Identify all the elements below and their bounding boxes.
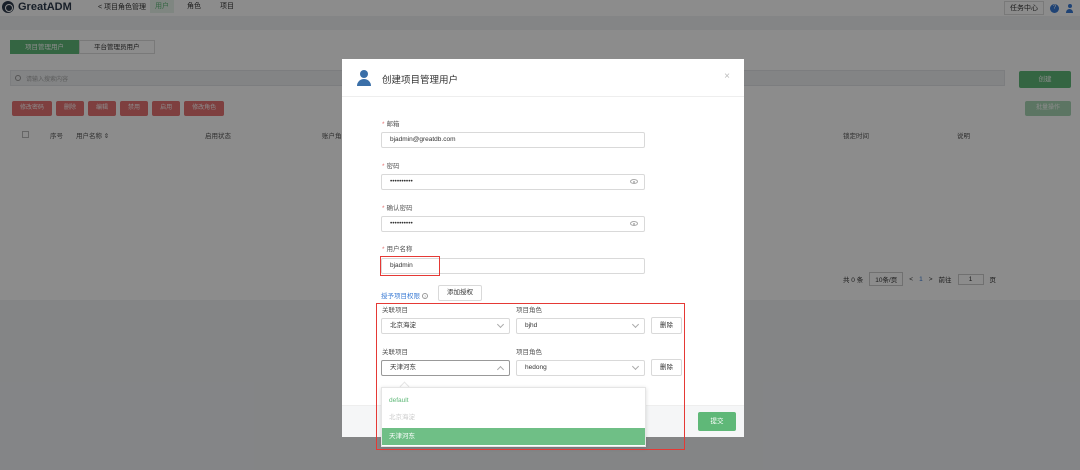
submit-button[interactable]: 提交 [698,412,736,431]
grant-permissions-link[interactable]: 授予项目权限? [381,290,428,300]
password-label: * 密码 [382,163,400,170]
close-icon[interactable]: × [724,71,730,82]
confirm-password-field[interactable]: •••••••••• [381,216,645,232]
eye-icon[interactable] [630,221,638,226]
confirm-password-value: •••••••••• [390,220,413,227]
email-label: * 邮箱 [382,121,400,128]
dialog-title: 创建项目管理用户 [382,75,459,86]
highlight-box [380,256,440,276]
eye-icon[interactable] [630,179,638,184]
user-icon [356,70,372,86]
add-grant-button[interactable]: 添加授权 [438,285,482,301]
highlight-box [376,303,685,450]
username-label: * 用户名称 [382,246,413,253]
email-field[interactable]: bjadmin@greatdb.com [381,132,645,148]
confirm-password-label: * 确认密码 [382,205,413,212]
info-icon: ? [422,293,428,300]
password-value: •••••••••• [390,178,413,185]
password-field[interactable]: •••••••••• [381,174,645,190]
dialog-header: 创建项目管理用户 × [342,59,744,97]
